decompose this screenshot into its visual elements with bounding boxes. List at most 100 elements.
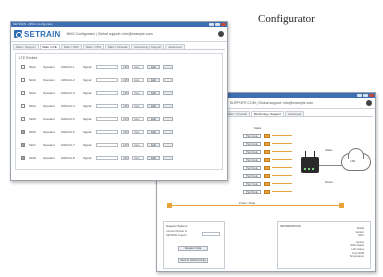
row-checkbox[interactable] [21, 104, 25, 108]
row-action-button[interactable] [163, 91, 173, 95]
router-antenna [305, 151, 306, 157]
row-edit-button[interactable]: Edit [147, 91, 160, 95]
row-value-field[interactable] [96, 65, 118, 69]
row-mode-select[interactable]: APN [121, 65, 129, 69]
row-mode-select[interactable]: APN [121, 104, 129, 108]
row-type: Operator [43, 143, 55, 147]
port-link-line [272, 143, 292, 144]
row-value-field[interactable] [96, 117, 118, 121]
tab-advanced[interactable]: Advanced [284, 111, 305, 116]
row-value-field[interactable] [96, 104, 118, 108]
maximize-button[interactable] [363, 94, 368, 97]
row-checkbox[interactable] [21, 156, 25, 160]
router-led [308, 168, 310, 170]
row-state: Signal [83, 65, 92, 69]
row-state: Signal [83, 156, 92, 160]
row-action-button[interactable] [163, 117, 173, 121]
row-state: Signal [83, 143, 92, 147]
row-name: Slot7 [29, 143, 36, 147]
row-mode-select[interactable]: APN [121, 143, 129, 147]
row-edit-button[interactable]: Edit [147, 65, 160, 69]
row-value-field[interactable] [96, 130, 118, 134]
row-edit-button[interactable]: Edit [147, 130, 160, 134]
row-edit-button[interactable]: Edit [147, 156, 160, 160]
table-row: Slot8 Operator 1000-01-8 Signal APN Auto Edit [21, 155, 218, 161]
row-action-button[interactable] [163, 143, 173, 147]
row-option-select[interactable]: Auto [132, 65, 144, 69]
request-code-button[interactable]: Request Code [178, 246, 208, 251]
row-checkbox[interactable] [21, 117, 25, 121]
row-action-button[interactable] [163, 104, 173, 108]
bus-line [171, 205, 341, 206]
row-value-field[interactable] [96, 143, 118, 147]
row-checkbox[interactable] [21, 65, 25, 69]
wan-link-line [319, 165, 343, 166]
row-name: Slot6 [29, 130, 36, 134]
row-type: Operator [43, 91, 55, 95]
minimize-button[interactable] [357, 94, 362, 97]
tab-main-wifi[interactable]: Main / WiFi [60, 44, 82, 49]
row-id: 1000-01-1 [61, 65, 75, 69]
help-icon[interactable] [366, 100, 372, 106]
send-config-button[interactable]: Send to Global Config [178, 258, 208, 263]
port-status-led [264, 165, 270, 170]
row-edit-button[interactable]: Edit [147, 104, 160, 108]
close-button[interactable] [369, 94, 374, 97]
port-row: Port 3 Link [243, 149, 292, 154]
row-value-field[interactable] [96, 78, 118, 82]
brand-bar: SETRAIN MNG Configurator | Global suppor… [11, 27, 227, 42]
row-edit-button[interactable]: Edit [147, 78, 160, 82]
support-code-field[interactable] [202, 232, 220, 236]
tab-main-firewall[interactable]: Main / Firewall [224, 111, 250, 116]
table-row: Slot5 Operator 1000-01-5 Signal APN Auto Edit [21, 116, 218, 122]
port-status-led [264, 133, 270, 138]
row-option-select[interactable]: Auto [132, 156, 144, 160]
close-button[interactable] [221, 23, 226, 26]
group-label: LTE Routes [19, 56, 38, 60]
row-option-select[interactable]: Auto [132, 143, 144, 147]
port-list: Port 1 Link Port 2 Link Port 3 Link Port 4 … [243, 133, 292, 197]
row-id: 1000-01-4 [61, 104, 75, 108]
row-name: Slot8 [29, 156, 36, 160]
row-mode-select[interactable]: APN [121, 156, 129, 160]
port-label: Port 5 Link [243, 165, 261, 170]
row-mode-select[interactable]: APN [121, 91, 129, 95]
info-item: Temperature [349, 255, 364, 259]
tab-monitoring-support[interactable]: Monitoring / Support [131, 44, 165, 49]
tab-monitoring-support[interactable]: Monitoring / Support [250, 111, 284, 116]
row-checkbox[interactable] [21, 78, 25, 82]
tab-main-lte[interactable]: Main / LTE [39, 44, 60, 49]
tab-advanced[interactable]: Advanced [165, 44, 185, 49]
tab-main-vpn[interactable]: Main / VPN [82, 44, 104, 49]
row-option-select[interactable]: Auto [132, 117, 144, 121]
row-value-field[interactable] [96, 156, 118, 160]
row-type: Operator [43, 130, 55, 134]
row-action-button[interactable] [163, 78, 173, 82]
row-option-select[interactable]: Auto [132, 78, 144, 82]
row-checkbox[interactable] [21, 143, 25, 147]
row-option-select[interactable]: Auto [132, 91, 144, 95]
row-edit-button[interactable]: Edit [147, 117, 160, 121]
row-option-select[interactable]: Auto [132, 130, 144, 134]
help-icon[interactable] [218, 31, 224, 37]
minimize-button[interactable] [209, 23, 214, 26]
bus-node-right [339, 203, 344, 208]
row-mode-select[interactable]: APN [121, 78, 129, 82]
row-type: Operator [43, 65, 55, 69]
lte-routes-panel: LTE Routes Slot1 Operator 1000-01-1 Signal A… [15, 53, 223, 170]
row-action-button[interactable] [163, 130, 173, 134]
row-mode-select[interactable]: APN [121, 117, 129, 121]
row-edit-button[interactable]: Edit [147, 143, 160, 147]
row-id: 1000-01-6 [61, 130, 75, 134]
row-option-select[interactable]: Auto [132, 104, 144, 108]
row-checkbox[interactable] [21, 130, 25, 134]
row-checkbox[interactable] [21, 91, 25, 95]
row-mode-select[interactable]: APN [121, 130, 129, 134]
tab-main-support[interactable]: Main / Support [13, 44, 39, 49]
tab-main-firewall[interactable]: Main / Firewall [104, 44, 131, 49]
maximize-button[interactable] [215, 23, 220, 26]
row-value-field[interactable] [96, 91, 118, 95]
port-link-line [272, 191, 292, 192]
row-action-button[interactable] [163, 65, 173, 69]
row-action-button[interactable] [163, 156, 173, 160]
